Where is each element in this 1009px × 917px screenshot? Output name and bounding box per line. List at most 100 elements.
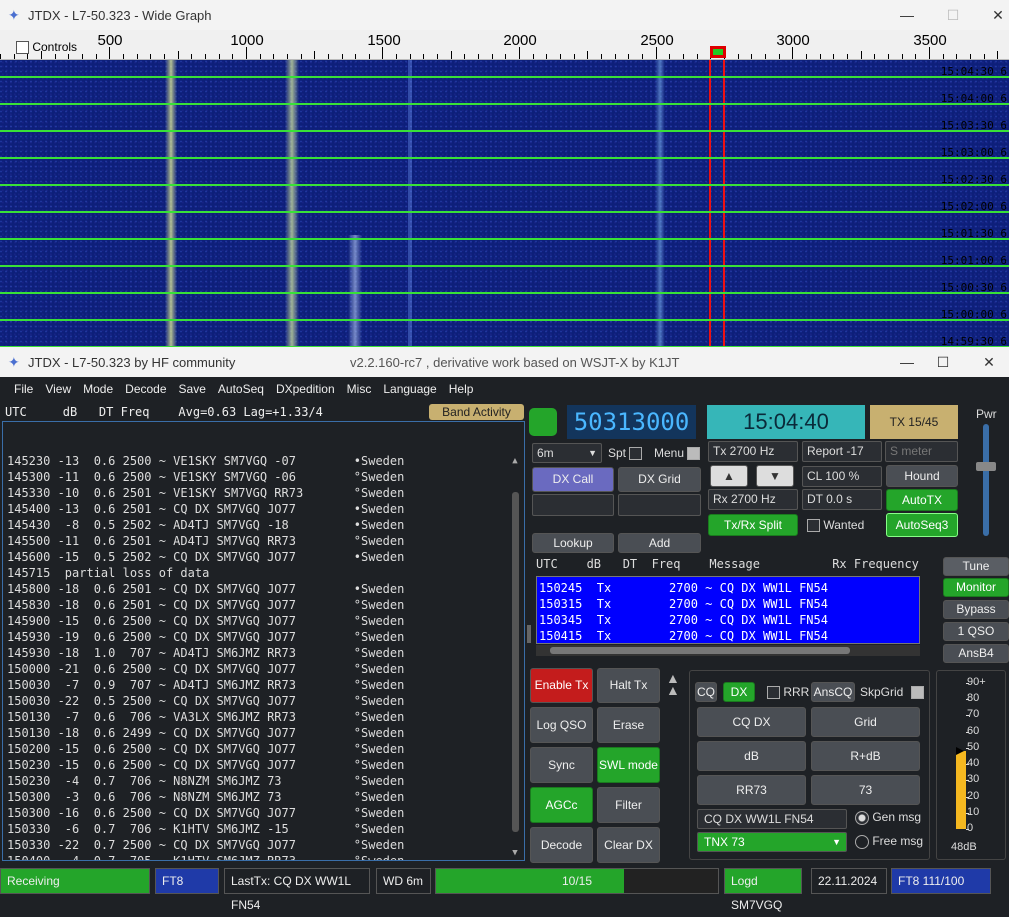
menu-help[interactable]: Help <box>443 382 480 396</box>
rrr-checkbox[interactable] <box>767 686 780 700</box>
dx-call-input[interactable] <box>532 494 614 516</box>
dx-grid-button[interactable]: DX Grid <box>618 467 701 492</box>
maximize-icon[interactable]: ☐ <box>920 347 966 377</box>
controls-toggle[interactable]: Controls <box>16 40 77 55</box>
close-icon[interactable]: ✕ <box>966 347 1009 377</box>
decode-row[interactable]: 145830 -18 0.6 2501 ~ CQ DX SM7VGQ JO77 … <box>7 597 524 613</box>
enable-tx-button[interactable]: Enable Tx <box>530 668 593 703</box>
scroll-up-icon[interactable]: ▲ <box>510 456 520 466</box>
band-activity-list[interactable]: 145230 -13 0.6 2500 ~ VE1SKY SM7VGQ -07 … <box>2 421 525 861</box>
gen-msg-radio[interactable] <box>855 810 869 825</box>
rrr-toggle[interactable]: RRR <box>767 685 809 700</box>
gen-msg-option[interactable]: Gen msg <box>855 810 921 825</box>
decode-row[interactable]: 145715 partial loss of data <box>7 565 524 581</box>
cq-button[interactable]: CQ <box>695 682 717 702</box>
cq-dx-button[interactable]: CQ DX <box>697 707 806 737</box>
decode-row[interactable]: 145500 -11 0.6 2501 ~ AD4TJ SM7VGQ RR73 … <box>7 533 524 549</box>
lookup-button[interactable]: Lookup <box>532 533 614 553</box>
monitor-button[interactable]: Monitor <box>943 578 1009 597</box>
minimize-icon[interactable]: — <box>884 0 930 30</box>
filter-button[interactable]: Filter <box>597 787 660 823</box>
decode-row[interactable]: 150400 -4 0.7 705 ~ K1HTV SM6JMZ RR73 °S… <box>7 853 524 860</box>
ansb4-button[interactable]: AnsB4 <box>943 644 1009 663</box>
maximize-icon[interactable]: ☐ <box>930 0 976 30</box>
rr73-button[interactable]: RR73 <box>697 775 806 805</box>
log-qso-button[interactable]: Log QSO <box>530 707 593 743</box>
decode-row[interactable]: 150030 -7 0.9 707 ~ AD4TJ SM6JMZ RR73 °S… <box>7 677 524 693</box>
menu-autoseq[interactable]: AutoSeq <box>212 382 270 396</box>
tx-frequency-marker[interactable] <box>710 46 726 58</box>
close-icon[interactable]: ✕ <box>975 0 1009 30</box>
decode-row[interactable]: 145430 -8 0.5 2502 ~ AD4TJ SM7VGQ -18 •S… <box>7 517 524 533</box>
decode-row[interactable]: 150230 -4 0.7 706 ~ N8NZM SM6JMZ 73 °Swe… <box>7 773 524 789</box>
scroll-thumb[interactable] <box>512 492 519 832</box>
tx-up-button[interactable]: ▲ <box>710 465 748 487</box>
decode-row[interactable]: 150130 -18 0.6 2499 ~ CQ DX SM7VGQ JO77 … <box>7 725 524 741</box>
sync-button[interactable]: Sync <box>530 747 593 783</box>
scroll-thumb[interactable] <box>550 647 850 654</box>
rx-message-row[interactable]: 150415 Tx 2700 ~ CQ DX WW1L FN54 <box>539 628 919 644</box>
halt-tx-button[interactable]: Halt Tx <box>597 668 660 703</box>
report-spinbox[interactable]: Report -17 <box>802 441 882 462</box>
menu-mode[interactable]: Mode <box>77 382 119 396</box>
menu-save[interactable]: Save <box>173 382 212 396</box>
rx-message-row[interactable]: 150345 Tx 2700 ~ CQ DX WW1L FN54 <box>539 612 919 628</box>
decode-row[interactable]: 145330 -10 0.6 2501 ~ VE1SKY SM7VGQ RR73… <box>7 485 524 501</box>
tx-frequency-spinbox[interactable]: Tx 2700 Hz <box>708 441 798 462</box>
rx-frequency-spinbox[interactable]: Rx 2700 Hz <box>708 489 798 510</box>
s-meter-field[interactable]: S meter <box>885 441 958 462</box>
txrx-split-button[interactable]: Tx/Rx Split <box>708 514 798 536</box>
autoseq3-button[interactable]: AutoSeq3 <box>886 513 958 537</box>
menu-dxpedition[interactable]: DXpedition <box>270 382 341 396</box>
rx-message-row[interactable]: 150315 Tx 2700 ~ CQ DX WW1L FN54 <box>539 596 919 612</box>
dt-spinbox[interactable]: DT 0.0 s <box>802 489 882 510</box>
menu-checkbox[interactable] <box>687 447 701 461</box>
rx-message-row[interactable]: 150245 Tx 2700 ~ CQ DX WW1L FN54 <box>539 580 919 596</box>
hound-button[interactable]: Hound <box>886 465 958 487</box>
erase-button[interactable]: Erase <box>597 707 660 743</box>
dx-call-button[interactable]: DX Call <box>532 467 614 492</box>
gen-message-field[interactable]: CQ DX WW1L FN54 <box>697 809 847 829</box>
grid-button[interactable]: Grid <box>811 707 920 737</box>
decode-row[interactable]: 145230 -13 0.6 2500 ~ VE1SKY SM7VGQ -07 … <box>7 453 524 469</box>
free-message-select[interactable]: TNX 73 ▼ <box>697 832 847 852</box>
decode-row[interactable]: 150030 -22 0.5 2500 ~ CQ DX SM7VGQ JO77 … <box>7 693 524 709</box>
decode-row[interactable]: 150300 -3 0.6 706 ~ N8NZM SM6JMZ 73 °Swe… <box>7 789 524 805</box>
decode-row[interactable]: 145600 -15 0.5 2502 ~ CQ DX SM7VGQ JO77 … <box>7 549 524 565</box>
menu-file[interactable]: File <box>8 382 39 396</box>
spt-checkbox[interactable] <box>629 447 643 461</box>
clear-dx-button[interactable]: Clear DX <box>597 827 660 863</box>
pwr-slider-track[interactable] <box>983 424 989 536</box>
frequency-ruler[interactable]: Controls 500 1000 1500 2000 2500 3000 35… <box>0 30 1009 60</box>
dx-grid-input[interactable] <box>618 494 701 516</box>
splitter-handle[interactable] <box>527 625 531 643</box>
tx-period-indicator[interactable]: TX 15/45 <box>870 405 958 439</box>
swl-mode-button[interactable]: SWL mode <box>597 747 660 783</box>
decode-row[interactable]: 150230 -15 0.6 2500 ~ CQ DX SM7VGQ JO77 … <box>7 757 524 773</box>
db-button[interactable]: dB <box>697 741 806 771</box>
band-select[interactable]: 6m ▼ <box>532 443 602 463</box>
decode-row[interactable]: 145930 -19 0.6 2500 ~ CQ DX SM7VGQ JO77 … <box>7 629 524 645</box>
anscq-button[interactable]: AnsCQ <box>811 682 855 702</box>
one-qso-button[interactable]: 1 QSO <box>943 622 1009 641</box>
bypass-button[interactable]: Bypass <box>943 600 1009 619</box>
scroll-down-icon[interactable]: ▼ <box>510 848 520 858</box>
free-msg-radio[interactable] <box>855 834 869 849</box>
decode-row[interactable]: 145300 -11 0.6 2500 ~ VE1SKY SM7VGQ -06 … <box>7 469 524 485</box>
decode-row[interactable]: 145400 -13 0.6 2501 ~ CQ DX SM7VGQ JO77 … <box>7 501 524 517</box>
controls-checkbox[interactable] <box>16 41 29 55</box>
free-msg-option[interactable]: Free msg <box>855 834 923 849</box>
menu-view[interactable]: View <box>39 382 77 396</box>
decode-row[interactable]: 150330 -6 0.7 706 ~ K1HTV SM6JMZ -15 °Sw… <box>7 821 524 837</box>
decode-row[interactable]: 145930 -18 1.0 707 ~ AD4TJ SM6JMZ RR73 °… <box>7 645 524 661</box>
band-activity-scrollbar[interactable]: ▲ ▼ <box>510 428 520 858</box>
menu-toggle[interactable]: Menu <box>654 446 701 461</box>
waterfall-display[interactable]: 15:04:30 6 15:04:00 6 15:03:30 6 15:03:00 6… <box>0 60 1009 347</box>
menu-language[interactable]: Language <box>377 382 442 396</box>
autotx-button[interactable]: AutoTX <box>886 489 958 511</box>
add-button[interactable]: Add <box>618 533 701 553</box>
skpgrid-toggle[interactable]: SkpGrid <box>860 685 924 700</box>
collapse-arrows-icon[interactable]: ▲ ▲ <box>666 671 680 697</box>
spt-toggle[interactable]: Spt <box>608 446 643 461</box>
skpgrid-checkbox[interactable] <box>910 686 924 700</box>
